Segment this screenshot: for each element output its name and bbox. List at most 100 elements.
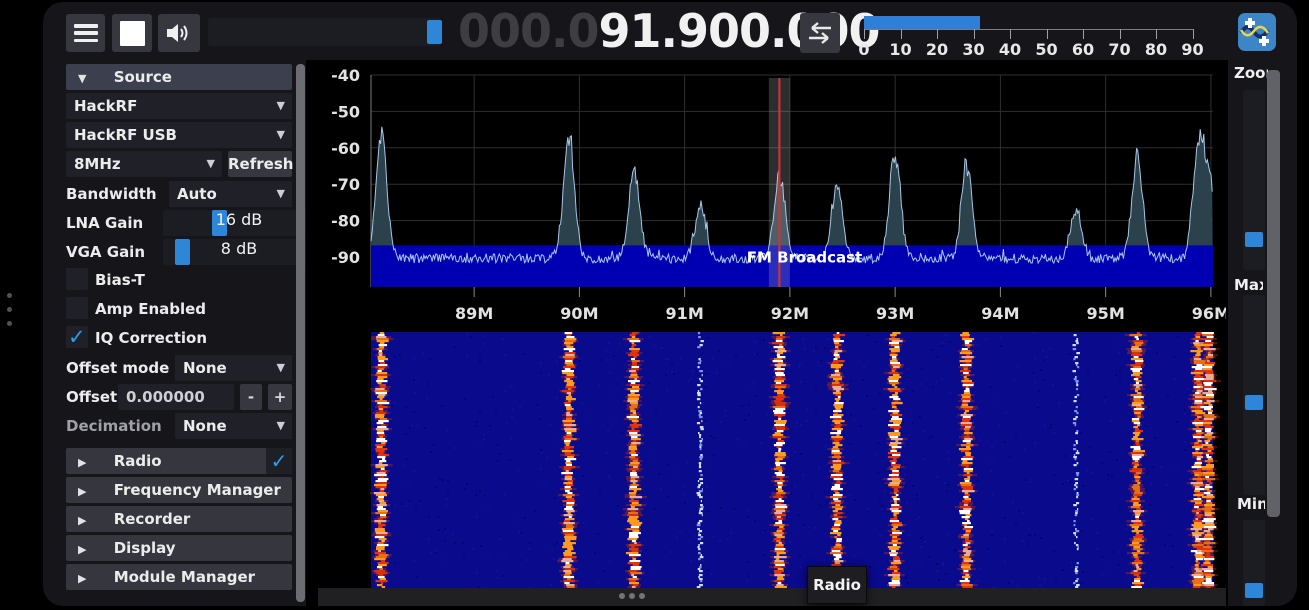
decimation-value: None — [183, 417, 227, 435]
check-icon: ✓ — [68, 326, 88, 348]
fft-spectrum-plot[interactable]: -40-50-60-70-80-9089M90M91M92M93M94M95M9… — [318, 60, 1226, 332]
module-header-frequency-manager[interactable]: ▶ Frequency Manager — [66, 477, 292, 503]
min-slider-handle[interactable] — [1245, 583, 1263, 598]
min-slider[interactable] — [1243, 520, 1265, 606]
snr-tick-label: 90 — [1179, 40, 1207, 59]
svg-text:93M: 93M — [876, 304, 914, 323]
source-driver-select[interactable]: HackRF ▼ — [66, 93, 292, 119]
zoom-slider[interactable] — [1243, 90, 1265, 270]
offset-decrement-button[interactable]: - — [240, 384, 262, 410]
mute-button[interactable] — [158, 14, 200, 52]
max-slider-handle[interactable] — [1245, 395, 1263, 410]
snr-tick — [1156, 29, 1157, 39]
radio-enabled-checkbox[interactable]: ✓ — [266, 448, 292, 474]
volume-slider[interactable] — [208, 18, 441, 46]
source-driver-value: HackRF — [74, 97, 137, 115]
svg-text:-60: -60 — [331, 139, 360, 158]
snr-tick — [974, 29, 975, 39]
resize-handle-dot — [619, 593, 625, 599]
expand-triangle-icon: ▶ — [78, 543, 86, 556]
svg-text:95M: 95M — [1087, 304, 1125, 323]
waterfall-display[interactable] — [318, 332, 1226, 588]
module-label: Radio — [114, 452, 162, 470]
chevron-down-icon: ▼ — [277, 181, 285, 207]
offset-increment-button[interactable]: + — [268, 384, 292, 410]
svg-text:92M: 92M — [771, 304, 809, 323]
source-panel-title: Source — [114, 68, 172, 86]
frequency-dim-digits[interactable]: 000.0 — [458, 4, 599, 58]
module-header-module-manager[interactable]: ▶ Module Manager — [66, 564, 292, 590]
chevron-down-icon: ▼ — [277, 355, 285, 381]
module-label: Module Manager — [114, 568, 255, 586]
snr-meter-baseline — [864, 29, 1193, 30]
bandwidth-label: Bandwidth — [66, 185, 157, 203]
snr-tick-label: 80 — [1142, 40, 1170, 59]
snr-meter: 0102030405060708090 — [849, 14, 1201, 60]
snr-tick — [1047, 29, 1048, 39]
swap-arrows-icon — [805, 20, 835, 46]
snr-tick — [1083, 29, 1084, 39]
snr-tick-label: 0 — [850, 40, 878, 59]
snr-tick-label: 50 — [1033, 40, 1061, 59]
svg-text:94M: 94M — [981, 304, 1019, 323]
tuning-mode-button[interactable] — [800, 13, 840, 53]
samplerate-select[interactable]: 8MHz ▼ — [66, 151, 222, 177]
offset-input[interactable]: 0.000000 — [118, 384, 234, 410]
right-panel-scrollbar[interactable] — [1267, 70, 1280, 517]
vga-gain-value: 8 dB — [163, 239, 315, 258]
menu-button[interactable] — [66, 14, 105, 52]
volume-slider-handle[interactable] — [427, 20, 442, 44]
bandwidth-select[interactable]: Auto ▼ — [169, 181, 292, 207]
module-header-recorder[interactable]: ▶ Recorder — [66, 506, 292, 532]
module-header-display[interactable]: ▶ Display — [66, 535, 292, 561]
snr-tick — [1120, 29, 1121, 39]
module-label: Frequency Manager — [114, 481, 281, 499]
svg-text:91M: 91M — [666, 304, 704, 323]
chevron-down-icon: ▼ — [207, 151, 215, 177]
left-edge-handle-dot — [7, 293, 12, 298]
snr-tick — [1010, 29, 1011, 39]
sidebar-scrollbar[interactable] — [296, 64, 305, 602]
lna-gain-value: 16 dB — [163, 210, 315, 229]
svg-text:-70: -70 — [331, 175, 360, 194]
vga-gain-slider[interactable]: 8 dB — [163, 239, 315, 265]
stop-icon — [120, 21, 145, 46]
lna-gain-slider[interactable]: 16 dB — [163, 210, 315, 236]
iq-correction-checkbox[interactable]: ✓ — [66, 326, 88, 348]
svg-text:90M: 90M — [560, 304, 598, 323]
waterfall-resize-bar[interactable] — [318, 588, 1226, 606]
decimation-select[interactable]: None ▼ — [175, 413, 292, 439]
offset-mode-select[interactable]: None ▼ — [175, 355, 292, 381]
sdrpp-app-window: 000.091.900.000 0102030405060708090 — [43, 2, 1297, 606]
left-edge-handle-dot — [7, 307, 12, 312]
offset-mode-value: None — [183, 359, 227, 377]
max-slider[interactable] — [1243, 295, 1265, 495]
source-panel-header[interactable]: ▼ Source — [66, 64, 292, 90]
waterfall-tooltip: Radio — [807, 566, 867, 604]
stop-button[interactable] — [112, 14, 152, 52]
min-slider-label: Min — [1237, 495, 1265, 515]
amp-enabled-checkbox[interactable]: ✓ — [66, 297, 88, 319]
svg-text:-90: -90 — [331, 248, 360, 267]
tooltip-text: Radio — [813, 576, 861, 594]
bias-t-checkbox[interactable]: ✓ — [66, 268, 88, 290]
source-device-select[interactable]: HackRF USB ▼ — [66, 122, 292, 148]
source-device-value: HackRF USB — [74, 126, 177, 144]
zoom-slider-handle[interactable] — [1245, 232, 1263, 247]
check-icon: ✓ — [266, 448, 292, 474]
snr-tick-label: 10 — [887, 40, 915, 59]
bias-t-label: Bias-T — [95, 268, 145, 292]
refresh-button[interactable]: Refresh — [228, 151, 292, 177]
snr-tick-label: 40 — [996, 40, 1024, 59]
expand-triangle-icon: ▶ — [78, 572, 86, 585]
zoom-slider-label: Zoom — [1234, 64, 1268, 84]
snr-tick-label: 30 — [960, 40, 988, 59]
bandwidth-value: Auto — [177, 185, 217, 203]
svg-text:FM Broadcast: FM Broadcast — [747, 248, 863, 266]
snr-tick — [1193, 29, 1194, 39]
svg-text:89M: 89M — [455, 304, 493, 323]
iq-correction-label: IQ Correction — [95, 326, 207, 350]
module-header-radio[interactable]: ▶ Radio ✓ — [66, 448, 292, 474]
chevron-down-icon: ▼ — [277, 93, 285, 119]
module-label: Display — [114, 539, 176, 557]
